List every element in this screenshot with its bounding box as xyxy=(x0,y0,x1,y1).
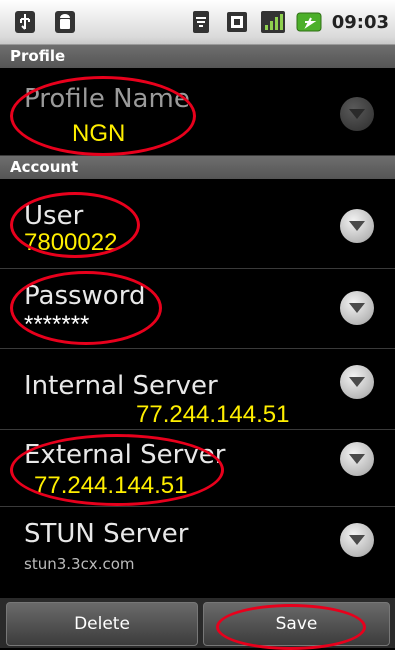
row-value: NGN xyxy=(72,120,126,147)
row-value: 7800022 xyxy=(24,229,118,256)
setting-row-password[interactable]: Password ******* xyxy=(0,269,395,349)
section-header-account: Account xyxy=(0,156,395,179)
status-bar: 09:03 xyxy=(0,0,395,45)
setting-row-internal-server[interactable]: Internal Server 77.244.144.51 xyxy=(0,349,395,430)
delete-button[interactable]: Delete xyxy=(6,602,198,646)
save-button[interactable]: Save xyxy=(203,602,390,646)
sd-card-icon xyxy=(224,9,250,35)
button-bar: Delete Save xyxy=(0,598,395,650)
signal-icon xyxy=(260,9,286,35)
row-title: Internal Server xyxy=(24,371,218,401)
row-title: External Server xyxy=(24,440,226,470)
row-value: ******* xyxy=(24,311,90,338)
chevron-down-icon[interactable] xyxy=(340,365,374,399)
row-value: 77.244.144.51 xyxy=(34,472,188,499)
row-value: 77.244.144.51 xyxy=(136,401,290,428)
row-title: Profile Name xyxy=(24,84,190,114)
chevron-down-icon[interactable] xyxy=(340,442,374,476)
wifi-icon xyxy=(188,9,214,35)
chevron-down-icon[interactable] xyxy=(340,209,374,243)
row-title: User xyxy=(24,201,84,231)
usb-icon xyxy=(12,9,38,35)
status-clock: 09:03 xyxy=(331,11,389,33)
row-value: stun3.3cx.com xyxy=(24,555,135,573)
chevron-down-icon[interactable] xyxy=(340,97,374,131)
setting-row-user[interactable]: User 7800022 xyxy=(0,179,395,269)
setting-row-profile-name[interactable]: Profile Name NGN xyxy=(0,68,395,156)
chevron-down-icon[interactable] xyxy=(340,523,374,557)
setting-row-external-server[interactable]: External Server 77.244.144.51 xyxy=(0,430,395,507)
battery-icon xyxy=(296,9,322,35)
chevron-down-icon[interactable] xyxy=(340,291,374,325)
setting-row-stun-server[interactable]: STUN Server stun3.3cx.com xyxy=(0,507,395,598)
row-title: STUN Server xyxy=(24,519,189,549)
row-title: Password xyxy=(24,281,146,311)
section-header-profile: Profile xyxy=(0,45,395,68)
android-icon xyxy=(52,9,78,35)
